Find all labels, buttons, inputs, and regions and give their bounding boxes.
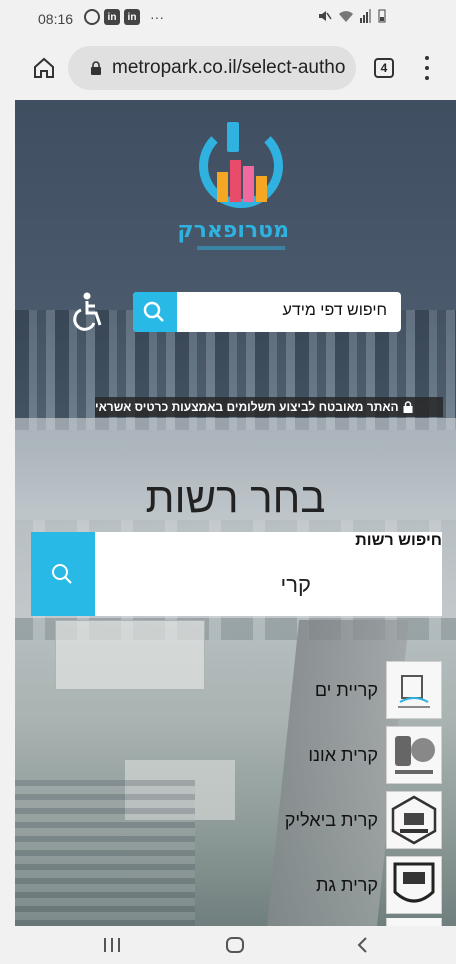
logo-building [256, 176, 267, 202]
linkedin-icon: in [124, 9, 140, 25]
wifi-icon [339, 11, 353, 22]
secure-notice-text: האתר מאובטח לביצוע תשלומים באמצעות כרטיס… [95, 400, 399, 414]
authority-name: קרית אונו [308, 744, 378, 765]
system-icons [318, 9, 386, 23]
authority-logo [386, 726, 442, 784]
home-icon[interactable] [32, 56, 56, 80]
status-time: 08:16 [38, 11, 74, 27]
status-bar: 08:16 in in ··· [0, 0, 456, 38]
back-icon[interactable] [354, 936, 372, 954]
authority-result[interactable]: קרית ביאליק [265, 790, 442, 850]
authority-search-button[interactable] [31, 532, 95, 616]
signal-icon [360, 9, 371, 23]
authority-logo [386, 856, 442, 914]
authority-result[interactable]: קרית גת [265, 855, 442, 915]
authority-logo [386, 661, 442, 719]
linkedin-icon: in [104, 9, 120, 25]
authority-result[interactable] [265, 918, 442, 926]
address-bar[interactable]: metropark.co.il/select-autho [68, 46, 356, 90]
info-search-button[interactable] [133, 292, 177, 332]
authority-logo [386, 791, 442, 849]
tab-switcher-button[interactable]: 4 [374, 58, 394, 78]
logo-building [230, 160, 241, 202]
battery-icon [378, 9, 386, 23]
info-search-placeholder: חיפוש דפי מידע [282, 302, 387, 319]
logo-ring [199, 124, 283, 208]
logo-building [243, 166, 254, 202]
background-building [55, 620, 205, 690]
lock-icon [91, 61, 101, 75]
home-button-icon[interactable] [226, 937, 244, 953]
accessibility-icon[interactable] [67, 292, 103, 336]
browser-menu-icon[interactable] [424, 56, 430, 80]
info-pages-search[interactable]: חיפוש דפי מידע [133, 292, 401, 332]
authority-logo [386, 918, 442, 926]
search-icon [143, 301, 164, 322]
authority-result[interactable]: קריית ים [265, 660, 442, 720]
mute-icon [319, 11, 332, 21]
logo-tagline-bar [197, 246, 285, 250]
page-title: בחר רשות [145, 474, 326, 521]
background-parking [15, 780, 195, 926]
logo-wordmark: מטרופארק [177, 218, 289, 243]
secure-payment-notice: האתר מאובטח לביצוע תשלומים באמצעות כרטיס… [95, 397, 443, 417]
authority-result[interactable]: קרית אונו [265, 725, 442, 785]
webpage: מטרופארק חיפוש דפי מידע האתר מאובטח לביצ… [15, 100, 456, 926]
logo-building [217, 172, 228, 202]
search-icon [52, 564, 72, 584]
system-navigation-bar [0, 926, 456, 964]
metropark-logo[interactable]: מטרופארק [177, 122, 289, 254]
authority-search-input[interactable] [111, 568, 311, 602]
authority-name: קריית ים [314, 679, 378, 700]
authority-search-label: חיפוש רשות [355, 532, 442, 549]
padlock-icon [403, 401, 413, 413]
authority-name: קרית ביאליק [284, 809, 378, 830]
recent-apps-icon[interactable] [104, 938, 120, 952]
authority-name: קרית גת [315, 874, 378, 895]
notification-icons: in in ··· [84, 9, 164, 25]
url-text: metropark.co.il/select-autho [112, 57, 346, 78]
more-notifications-icon: ··· [150, 9, 164, 25]
logo-ring-tick [227, 122, 239, 152]
whatsapp-icon [84, 9, 100, 25]
browser-toolbar: metropark.co.il/select-autho 4 [0, 38, 456, 100]
